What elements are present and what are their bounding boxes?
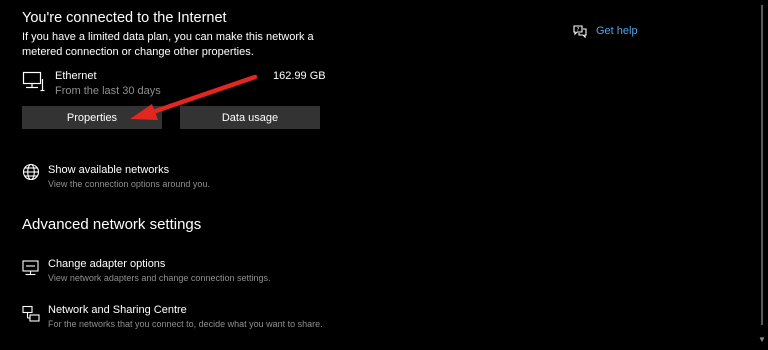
help-chat-icon: ? <box>573 25 587 39</box>
svg-text:?: ? <box>577 27 580 33</box>
show-available-networks-link[interactable]: Show available networks <box>48 164 169 176</box>
show-available-networks-description: View the connection options around you. <box>48 179 210 189</box>
globe-icon <box>22 163 40 181</box>
ethernet-icon <box>22 71 45 92</box>
network-status-page: You're connected to the Internet If you … <box>0 0 768 350</box>
ethernet-data-usage: 162.99 GB <box>273 70 326 82</box>
connection-status-title: You're connected to the Internet <box>22 10 227 26</box>
scroll-down-icon[interactable]: ▼ <box>758 336 766 344</box>
change-adapter-options-description: View network adapters and change connect… <box>48 273 271 283</box>
ethernet-period: From the last 30 days <box>55 85 161 97</box>
advanced-network-settings-heading: Advanced network settings <box>22 216 202 233</box>
properties-button[interactable]: Properties <box>22 106 162 129</box>
network-sharing-icon <box>22 305 40 322</box>
network-and-sharing-centre-link[interactable]: Network and Sharing Centre <box>48 304 187 316</box>
scrollbar-thumb[interactable] <box>761 5 763 325</box>
ethernet-label: Ethernet <box>55 70 97 82</box>
network-adapter-icon <box>22 260 39 276</box>
network-and-sharing-centre-description: For the networks that you connect to, de… <box>48 319 323 329</box>
get-help-label: Get help <box>596 25 638 37</box>
change-adapter-options-link[interactable]: Change adapter options <box>48 258 165 270</box>
data-usage-button[interactable]: Data usage <box>180 106 320 129</box>
vertical-scrollbar[interactable]: ▼ <box>756 0 768 350</box>
connection-status-description: If you have a limited data plan, you can… <box>22 31 314 58</box>
